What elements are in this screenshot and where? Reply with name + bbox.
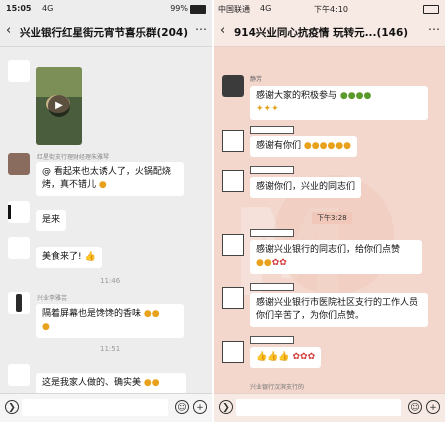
emoji-icon: ●● xyxy=(143,309,160,319)
voice-icon[interactable]: ❯ xyxy=(219,400,233,414)
message-bubble[interactable]: 隔着屏幕也是馋馋的香味 ●● ● xyxy=(36,304,184,338)
message-bubble[interactable]: 感谢兴业银行市医院社区支行的工作人员你们辛苦了，为你们点赞。 xyxy=(250,293,428,327)
right-chat-screen: M 中国联通 4G 下午4:10 ‹ 914兴业同心抗疫情 玩转元...(146… xyxy=(214,0,445,422)
emoji-picker-icon[interactable]: ☺ xyxy=(408,400,422,414)
battery-icon xyxy=(423,5,439,14)
chat-title-bar: ‹ 914兴业同心抗疫情 玩转元...(146) ⋯ xyxy=(214,18,445,47)
plus-icon[interactable]: + xyxy=(426,400,440,414)
avatar[interactable] xyxy=(8,364,30,386)
more-icon[interactable]: ⋯ xyxy=(195,22,207,36)
sender-nickname: 兴业李雅芸 xyxy=(37,295,68,302)
status-signal: 4G xyxy=(260,4,272,13)
thumbs-up-icon: 👍 xyxy=(84,252,96,262)
message-input[interactable] xyxy=(236,399,401,416)
more-icon[interactable]: ⋯ xyxy=(428,22,440,36)
redacted-nickname xyxy=(250,126,294,134)
emoji-icon: ●● xyxy=(256,258,272,268)
video-message[interactable]: ▶ xyxy=(36,67,82,145)
avatar[interactable] xyxy=(222,234,244,256)
chat-title-bar: ‹ 兴业银行红星街元宵节喜乐群(204) ⋯ xyxy=(0,18,212,47)
redacted-nickname xyxy=(250,336,294,344)
input-bar: ❯ ☺ + xyxy=(214,393,445,422)
avatar[interactable] xyxy=(8,292,30,314)
emoji-picker-icon[interactable]: ☺ xyxy=(175,400,189,414)
plus-icon[interactable]: + xyxy=(193,400,207,414)
timestamp: 11:51 xyxy=(100,345,121,353)
sender-nickname: 红星街支行理财经理朱雅琴 xyxy=(37,154,110,161)
left-chat-screen: 15:05 4G 99% ‹ 兴业银行红星街元宵节喜乐群(204) ⋯ ▶ 红星… xyxy=(0,0,212,422)
timestamp: 下午3:28 xyxy=(312,212,352,224)
emoji-icon: ● xyxy=(98,180,107,190)
redacted-nickname xyxy=(250,166,294,174)
message-bubble[interactable]: 这是我家人做的、确实美 ●● xyxy=(36,373,186,394)
status-time: 下午4:10 xyxy=(314,5,348,14)
avatar[interactable] xyxy=(222,170,244,192)
redacted-nickname xyxy=(250,229,294,237)
celebrate-icon: ✦✦✦ xyxy=(256,104,279,114)
avatar[interactable] xyxy=(8,237,30,259)
status-bar: 15:05 4G 99% xyxy=(0,0,212,18)
avatar[interactable] xyxy=(222,130,244,152)
message-bubble[interactable]: 感谢兴业银行的同志们，给你们点赞 ●●✿✿ xyxy=(250,240,422,274)
group-title: 兴业银行红星街元宵节喜乐群(204) xyxy=(20,27,189,39)
message-input[interactable] xyxy=(22,399,168,416)
status-carrier: 中国联通 xyxy=(218,5,250,14)
back-icon[interactable]: ‹ xyxy=(220,23,225,38)
message-bubble[interactable]: 感谢有你们 ●●●●●● xyxy=(250,136,358,157)
status-time: 15:05 xyxy=(6,4,32,13)
emoji-icon: ●●●● xyxy=(339,91,372,101)
sender-nickname: 静芳 xyxy=(250,76,263,83)
avatar[interactable] xyxy=(222,75,244,97)
status-battery: 99% xyxy=(170,4,188,13)
avatar[interactable] xyxy=(222,341,244,363)
back-icon[interactable]: ‹ xyxy=(6,23,11,38)
rose-icon: ✿✿✿ xyxy=(292,352,316,362)
rose-icon: ✿✿ xyxy=(271,258,287,268)
battery-icon xyxy=(190,5,206,14)
emoji-icon: ●● xyxy=(143,378,160,388)
play-icon[interactable]: ▶ xyxy=(48,95,70,117)
status-signal: 4G xyxy=(42,4,54,13)
message-bubble[interactable]: @ 看起来也太诱人了，火锅配烧烤，真不错儿 ● xyxy=(36,162,184,196)
emoji-icon: ●●●●●● xyxy=(303,141,352,151)
thumbs-up-icon: 👍👍👍 xyxy=(256,352,290,362)
emoji-icon: ● xyxy=(42,322,50,332)
status-bar: 中国联通 4G 下午4:10 xyxy=(214,0,445,18)
message-bubble[interactable]: 感谢你们，兴业的同志们 xyxy=(250,177,362,198)
voice-icon[interactable]: ❯ xyxy=(5,400,19,414)
message-bubble[interactable]: 是来 xyxy=(36,210,67,231)
avatar[interactable] xyxy=(8,60,30,82)
sender-nickname: 兴业银行汉滨支行的 xyxy=(250,384,305,391)
avatar[interactable] xyxy=(8,153,30,175)
timestamp: 11:46 xyxy=(100,277,121,285)
message-bubble[interactable]: 美食来了! 👍 xyxy=(36,247,102,268)
avatar[interactable] xyxy=(222,287,244,309)
input-bar: ❯ ☺ + xyxy=(0,393,212,422)
avatar[interactable] xyxy=(8,201,30,223)
message-bubble[interactable]: 感谢大家的积极参与 ●●●● ✦✦✦ xyxy=(250,86,428,120)
message-bubble[interactable]: 👍👍👍 ✿✿✿ xyxy=(250,347,322,368)
redacted-nickname xyxy=(250,283,294,291)
group-title: 914兴业同心抗疫情 玩转元...(146) xyxy=(234,27,409,39)
